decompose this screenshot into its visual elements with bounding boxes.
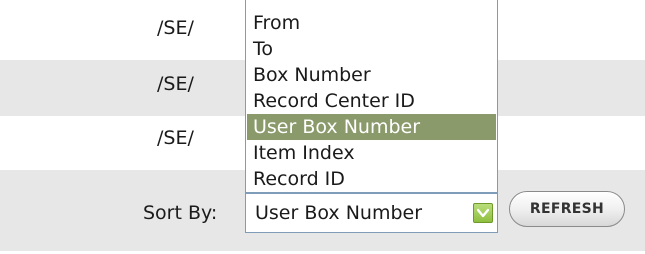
sort-by-selected-value: User Box Number bbox=[255, 202, 423, 224]
sort-option-to[interactable]: To bbox=[247, 36, 496, 62]
row-path: /SE/ bbox=[157, 17, 194, 39]
refresh-button[interactable]: REFRESH bbox=[509, 191, 625, 227]
sort-by-select[interactable]: User Box Number bbox=[245, 193, 498, 233]
sort-option-record-id[interactable]: Record ID bbox=[247, 166, 496, 192]
sort-option-user-box-number[interactable]: User Box Number bbox=[247, 114, 496, 140]
sort-dropdown-list[interactable]: From To Box Number Record Center ID User… bbox=[245, 0, 498, 193]
sort-option-record-center-id[interactable]: Record Center ID bbox=[247, 88, 496, 114]
row-path: /SE/ bbox=[157, 73, 194, 95]
sort-option-item-index[interactable]: Item Index bbox=[247, 140, 496, 166]
sort-option-from[interactable]: From bbox=[247, 10, 496, 36]
sort-by-label: Sort By: bbox=[143, 202, 218, 224]
sort-option-box-number[interactable]: Box Number bbox=[247, 62, 496, 88]
row-path: /SE/ bbox=[157, 127, 194, 149]
chevron-down-icon[interactable] bbox=[473, 203, 493, 223]
